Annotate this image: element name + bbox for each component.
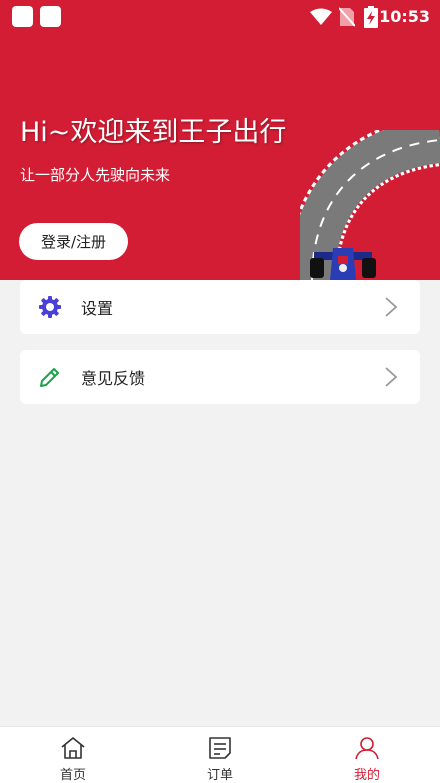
tab-orders-label: 订单: [206, 768, 233, 783]
menu-item-settings[interactable]: 设置: [20, 280, 420, 334]
order-list-icon: [209, 737, 231, 759]
pencil-icon: [40, 368, 59, 387]
gear-icon: [39, 296, 61, 318]
menu-item-feedback[interactable]: 意见反馈: [20, 350, 420, 404]
login-register-button[interactable]: 登录/注册: [19, 223, 128, 260]
notification-icon: [40, 6, 61, 27]
home-icon: [61, 737, 85, 759]
chevron-right-icon: [385, 297, 398, 317]
tab-mine-label: 我的: [353, 768, 380, 783]
person-icon: [355, 737, 379, 760]
status-bar: 10:53: [0, 0, 440, 34]
settings-label: 设置: [81, 299, 114, 318]
welcome-title: Hi~欢迎来到王子出行: [20, 117, 287, 148]
tab-home-label: 首页: [59, 768, 86, 783]
race-car-icon: [310, 248, 376, 280]
profile-hero-banner: 10:53 Hi~欢迎来到王子出行 让一部分人先驶向未来 登录/注册: [0, 0, 440, 280]
battery-charging-icon: [364, 6, 378, 28]
wifi-icon: [310, 8, 332, 25]
tab-mine[interactable]: 我的: [327, 727, 407, 783]
notification-icon: [12, 6, 33, 27]
feedback-label: 意见反馈: [81, 369, 146, 388]
status-time: 10:53: [379, 7, 430, 26]
race-track-illustration: [300, 130, 440, 280]
tab-orders[interactable]: 订单: [180, 727, 260, 783]
chevron-right-icon: [385, 367, 398, 387]
tab-home[interactable]: 首页: [33, 727, 113, 783]
welcome-subtitle: 让一部分人先驶向未来: [20, 166, 171, 184]
no-sim-icon: [339, 7, 355, 27]
bottom-tab-bar: 首页 订单 我的: [0, 726, 440, 783]
